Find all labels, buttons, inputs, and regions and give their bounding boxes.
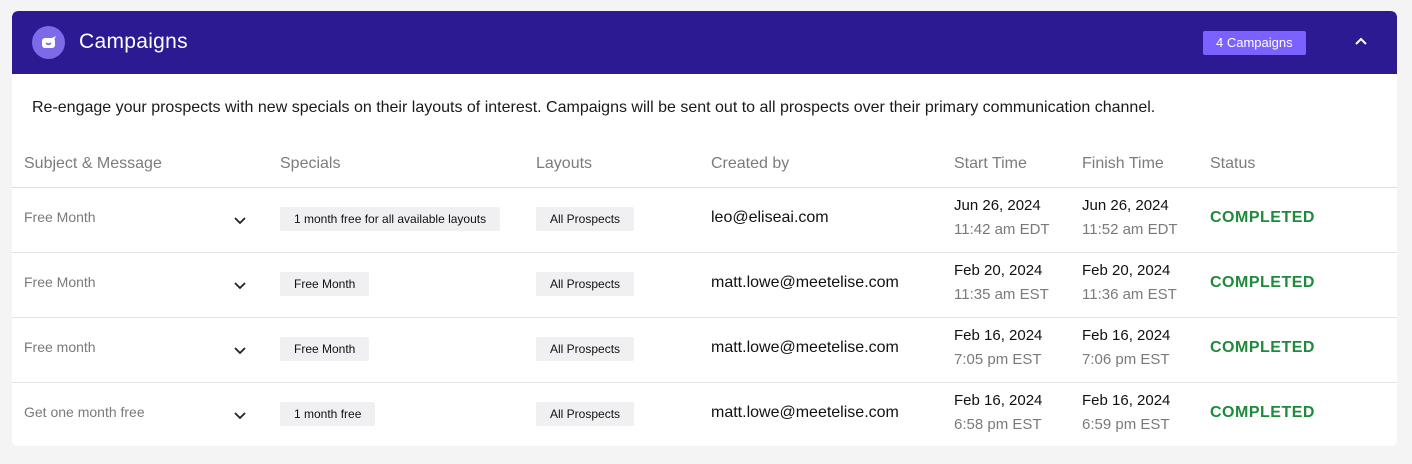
chevron-down-icon[interactable] — [232, 212, 248, 228]
chevron-down-icon[interactable] — [232, 407, 248, 423]
finish-time: 7:06 pm EST — [1082, 351, 1170, 368]
status-badge: COMPLETED — [1210, 274, 1315, 291]
special-chip: Free Month — [280, 272, 370, 296]
table-row[interactable]: Free Month 1 month free for all availabl… — [12, 187, 1397, 253]
finish-date: Feb 20, 2024 — [1082, 262, 1171, 279]
created-by: matt.lowe@meetelise.com — [711, 339, 899, 356]
special-chip: Free Month — [280, 337, 370, 361]
finish-date: Feb 16, 2024 — [1082, 327, 1171, 344]
status-badge: COMPLETED — [1210, 339, 1315, 356]
col-specials: Specials — [280, 155, 341, 172]
finish-date: Feb 16, 2024 — [1082, 392, 1171, 409]
chevron-down-icon[interactable] — [232, 342, 248, 358]
finish-time: 11:52 am EDT — [1082, 221, 1178, 238]
status-badge: COMPLETED — [1210, 404, 1315, 421]
created-by: matt.lowe@meetelise.com — [711, 404, 899, 421]
col-created-by: Created by — [711, 155, 790, 172]
start-date: Jun 26, 2024 — [954, 197, 1041, 214]
special-chip: 1 month free — [280, 402, 376, 426]
campaigns-description: Re-engage your prospects with new specia… — [32, 99, 1156, 116]
start-date: Feb 16, 2024 — [954, 327, 1043, 344]
start-time: 6:58 pm EST — [954, 416, 1042, 433]
table-row[interactable]: Free Month Free Month All Prospects matt… — [12, 252, 1397, 318]
subject-text: Free month — [24, 339, 96, 355]
status-badge: COMPLETED — [1210, 209, 1315, 226]
chevron-down-icon[interactable] — [232, 277, 248, 293]
chevron-up-icon[interactable] — [1352, 33, 1370, 51]
subject-text: Get one month free — [24, 404, 145, 420]
layout-chip: All Prospects — [536, 337, 635, 361]
col-subject: Subject & Message — [24, 155, 162, 172]
table-header: Subject & Message Specials Layouts Creat… — [12, 151, 1397, 188]
created-by: matt.lowe@meetelise.com — [711, 274, 899, 291]
table-row[interactable]: Get one month free 1 month free All Pros… — [12, 382, 1397, 446]
layout-chip: All Prospects — [536, 272, 635, 296]
special-chip: 1 month free for all available layouts — [280, 207, 501, 231]
col-status: Status — [1210, 155, 1256, 172]
start-time: 11:42 am EDT — [954, 221, 1050, 238]
layout-chip: All Prospects — [536, 402, 635, 426]
page-title: Campaigns — [79, 30, 188, 53]
campaigns-card: Campaigns 4 Campaigns Re-engage your pro… — [12, 11, 1397, 446]
layout-chip: All Prospects — [536, 207, 635, 231]
start-date: Feb 20, 2024 — [954, 262, 1043, 279]
start-time: 11:35 am EST — [954, 286, 1049, 303]
finish-time: 11:36 am EST — [1082, 286, 1177, 303]
col-start-time: Start Time — [954, 155, 1027, 172]
campaign-count-badge: 4 Campaigns — [1203, 31, 1306, 55]
smile-bubble-icon — [32, 26, 65, 59]
finish-date: Jun 26, 2024 — [1082, 197, 1169, 214]
table-row[interactable]: Free month Free Month All Prospects matt… — [12, 317, 1397, 383]
finish-time: 6:59 pm EST — [1082, 416, 1170, 433]
start-time: 7:05 pm EST — [954, 351, 1042, 368]
start-date: Feb 16, 2024 — [954, 392, 1043, 409]
subject-text: Free Month — [24, 209, 96, 225]
campaigns-header[interactable]: Campaigns 4 Campaigns — [12, 11, 1397, 74]
col-finish-time: Finish Time — [1082, 155, 1164, 172]
subject-text: Free Month — [24, 274, 96, 290]
created-by: leo@eliseai.com — [711, 209, 829, 226]
col-layouts: Layouts — [536, 155, 593, 172]
